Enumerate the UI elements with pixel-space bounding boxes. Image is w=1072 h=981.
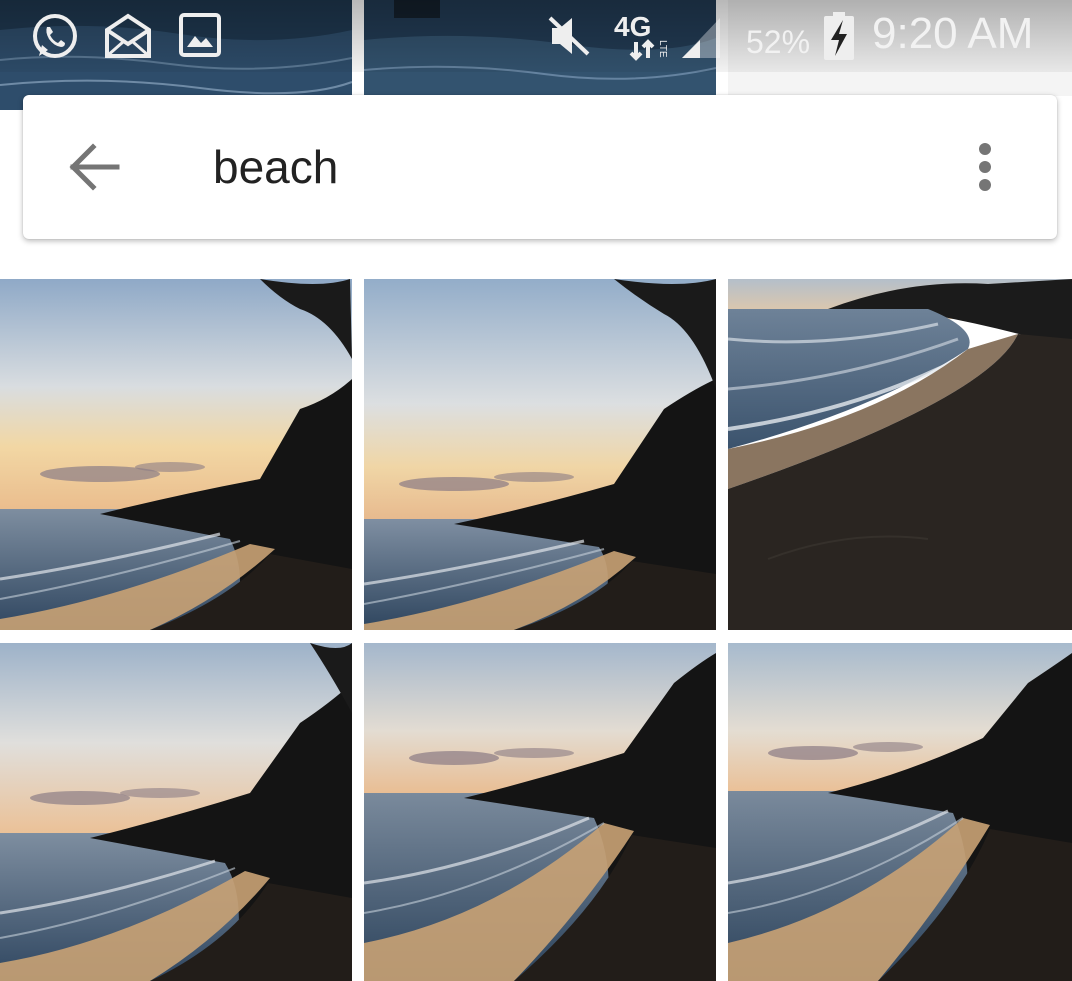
photo-thumbnail-5[interactable]: [364, 643, 716, 981]
email-icon: [103, 12, 153, 67]
whatsapp-icon: [30, 12, 80, 67]
image-icon: [178, 12, 222, 63]
search-input[interactable]: [213, 131, 813, 203]
clock: 9:20 AM: [872, 9, 1034, 58]
signal-icon: [680, 14, 724, 65]
photo-thumbnail-6[interactable]: [728, 643, 1072, 981]
battery-charging-icon: [824, 12, 854, 65]
back-button[interactable]: [63, 135, 127, 199]
network-sub-label: LTE: [657, 40, 668, 58]
4g-lte-icon: 4G LTE: [614, 10, 674, 67]
status-bar: 4G LTE 52% 9:20 AM: [0, 0, 1072, 72]
photo-thumbnail-3[interactable]: [728, 279, 1072, 630]
network-label: 4G: [614, 11, 651, 42]
battery-percent: 52%: [746, 24, 811, 60]
photo-thumbnail-2[interactable]: [364, 279, 716, 630]
more-vert-icon: [979, 143, 991, 191]
search-bar: [23, 95, 1057, 239]
more-options-button[interactable]: [967, 135, 1003, 199]
arrow-back-icon: [69, 143, 120, 191]
vibrate-mute-icon: [546, 14, 592, 63]
photo-thumbnail-4[interactable]: [0, 643, 352, 981]
photo-thumbnail-1[interactable]: [0, 279, 352, 630]
